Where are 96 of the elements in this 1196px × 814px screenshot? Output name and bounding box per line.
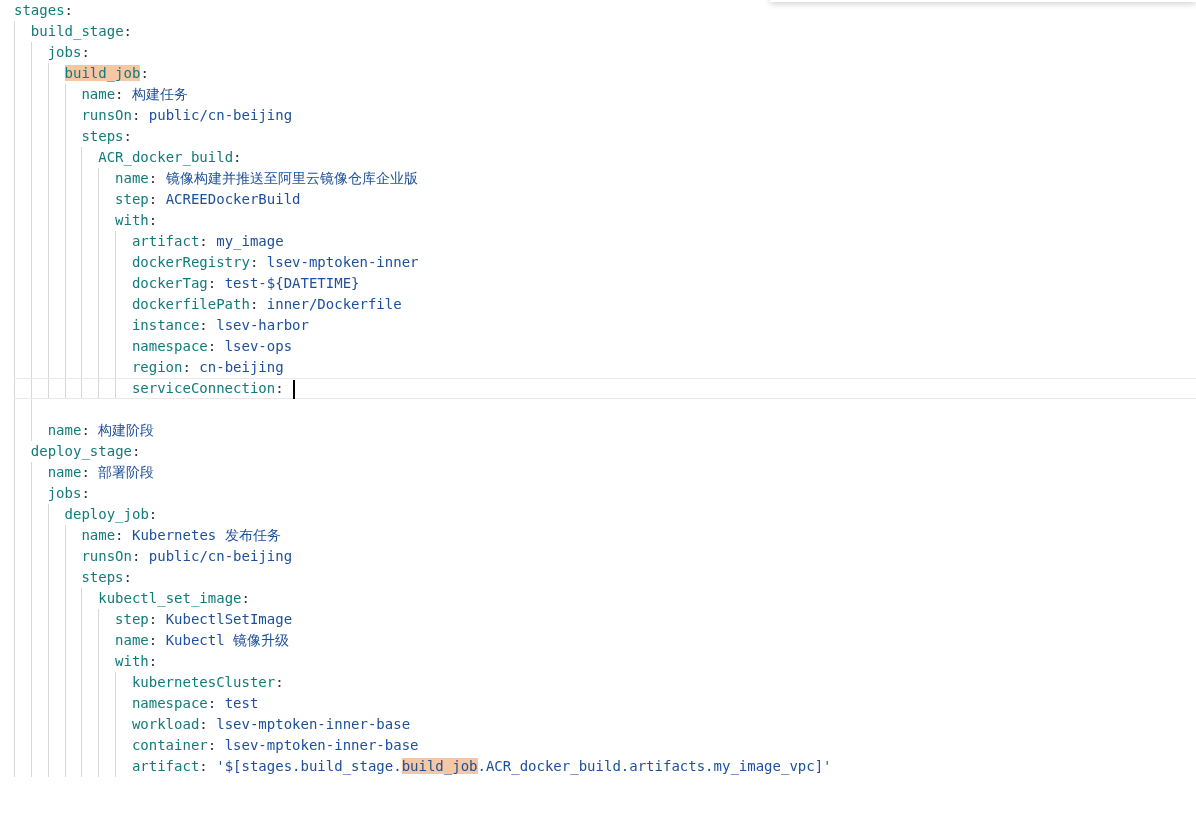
key-separator: : (148, 506, 158, 522)
key-separator: : (81, 44, 90, 60)
key-separator: : (81, 422, 90, 438)
key-separator: : (275, 674, 284, 690)
yaml-key: dockerTag (131, 275, 208, 291)
yaml-key: build_job (64, 65, 141, 81)
yaml-key: region (131, 359, 183, 375)
yaml-key: kubernetesCluster (131, 674, 276, 690)
yaml-key: with (115, 212, 149, 228)
key-separator: : (199, 758, 208, 774)
key-separator: : (64, 2, 73, 18)
yaml-key: steps (81, 128, 124, 144)
yaml-key: stages (14, 2, 65, 18)
key-separator: : (81, 485, 90, 501)
yaml-key: deploy_job (64, 506, 149, 522)
yaml-key: jobs (47, 485, 82, 501)
yaml-key: name (115, 632, 149, 648)
key-separator: : (115, 527, 124, 543)
key-separator: : (241, 590, 250, 606)
key-separator: : (148, 632, 158, 648)
yaml-value: ACREEDockerBuild (165, 191, 301, 207)
key-separator: : (115, 86, 124, 102)
yaml-value: Kubernetes 发布任务 (131, 527, 281, 543)
key-separator: : (199, 317, 208, 333)
yaml-key: instance (131, 317, 200, 333)
yaml-key: build_stage (30, 23, 124, 39)
key-separator: : (249, 296, 259, 312)
yaml-value: test (224, 695, 259, 711)
yaml-value: 构建阶段 (98, 422, 155, 438)
key-separator: : (207, 695, 217, 711)
yaml-value: 镜像构建并推送至阿里云镜像仓库企业版 (165, 170, 418, 186)
yaml-key: dockerfilePath (131, 296, 250, 312)
key-separator: : (199, 233, 208, 249)
key-separator: : (182, 359, 191, 375)
key-separator: : (275, 380, 284, 396)
yaml-value: Kubectl 镜像升级 (165, 632, 290, 648)
text-cursor (293, 379, 296, 399)
yaml-value: my_image (216, 233, 284, 249)
yaml-value: lsev-mptoken-inner (266, 254, 419, 270)
yaml-key: dockerRegistry (131, 254, 250, 270)
yaml-value: 构建任务 (131, 86, 188, 102)
key-separator: : (131, 107, 141, 123)
key-separator: : (199, 716, 208, 732)
yaml-key: jobs (47, 44, 82, 60)
yaml-value: public/cn-beijing (148, 548, 293, 564)
yaml-key: runsOn (81, 107, 132, 123)
yaml-key: runsOn (81, 548, 132, 564)
yaml-key: ACR_docker_build (98, 149, 234, 165)
key-separator: : (81, 464, 90, 480)
yaml-key: with (115, 653, 149, 669)
yaml-key: artifact (131, 233, 200, 249)
yaml-value: lsev-mptoken-inner-base (224, 737, 419, 753)
yaml-value: public/cn-beijing (148, 107, 293, 123)
yaml-key: namespace (131, 338, 208, 354)
yaml-key: name (47, 422, 82, 438)
key-separator: : (123, 23, 132, 39)
yaml-value: lsev-mptoken-inner-base (216, 716, 411, 732)
yaml-key: namespace (131, 695, 208, 711)
yaml-value: lsev-ops (224, 338, 293, 354)
yaml-value: inner/Dockerfile (266, 296, 402, 312)
yaml-key: step (115, 611, 149, 627)
key-separator: : (207, 737, 217, 753)
yaml-key: name (81, 527, 116, 543)
key-separator: : (131, 548, 141, 564)
yaml-value: KubectlSetImage (165, 611, 293, 627)
yaml-key: name (47, 464, 82, 480)
yaml-value: 部署阶段 (98, 464, 155, 480)
key-separator: : (148, 191, 158, 207)
key-separator: : (148, 653, 158, 669)
yaml-value: .ACR_docker_build.artifacts.my_image_vpc]' (477, 758, 832, 774)
yaml-key: artifact (131, 758, 200, 774)
yaml-key: kubectl_set_image (98, 590, 242, 606)
yaml-key: deploy_stage (30, 443, 132, 459)
yaml-key: step (115, 191, 149, 207)
yaml-value: test-${DATETIME} (224, 275, 360, 291)
highlighted-match: build_job (401, 758, 478, 774)
yaml-key: workload (131, 716, 200, 732)
key-separator: : (148, 611, 158, 627)
yaml-key: container (131, 737, 208, 753)
yaml-key: name (115, 170, 149, 186)
key-separator: : (132, 443, 141, 459)
key-separator: : (233, 149, 242, 165)
key-separator: : (207, 275, 217, 291)
yaml-key: steps (81, 569, 124, 585)
yaml-key: name (81, 86, 116, 102)
yaml-value: '$[stages.build_stage. (216, 758, 402, 774)
key-separator: : (148, 212, 158, 228)
key-separator: : (140, 65, 149, 81)
key-separator: : (249, 254, 259, 270)
key-separator: : (123, 569, 132, 585)
yaml-key: serviceConnection (131, 380, 276, 396)
yaml-value: cn-beijing (199, 359, 284, 375)
key-separator: : (207, 338, 217, 354)
yaml-value: lsev-harbor (216, 317, 309, 333)
key-separator: : (123, 128, 132, 144)
key-separator: : (148, 170, 158, 186)
